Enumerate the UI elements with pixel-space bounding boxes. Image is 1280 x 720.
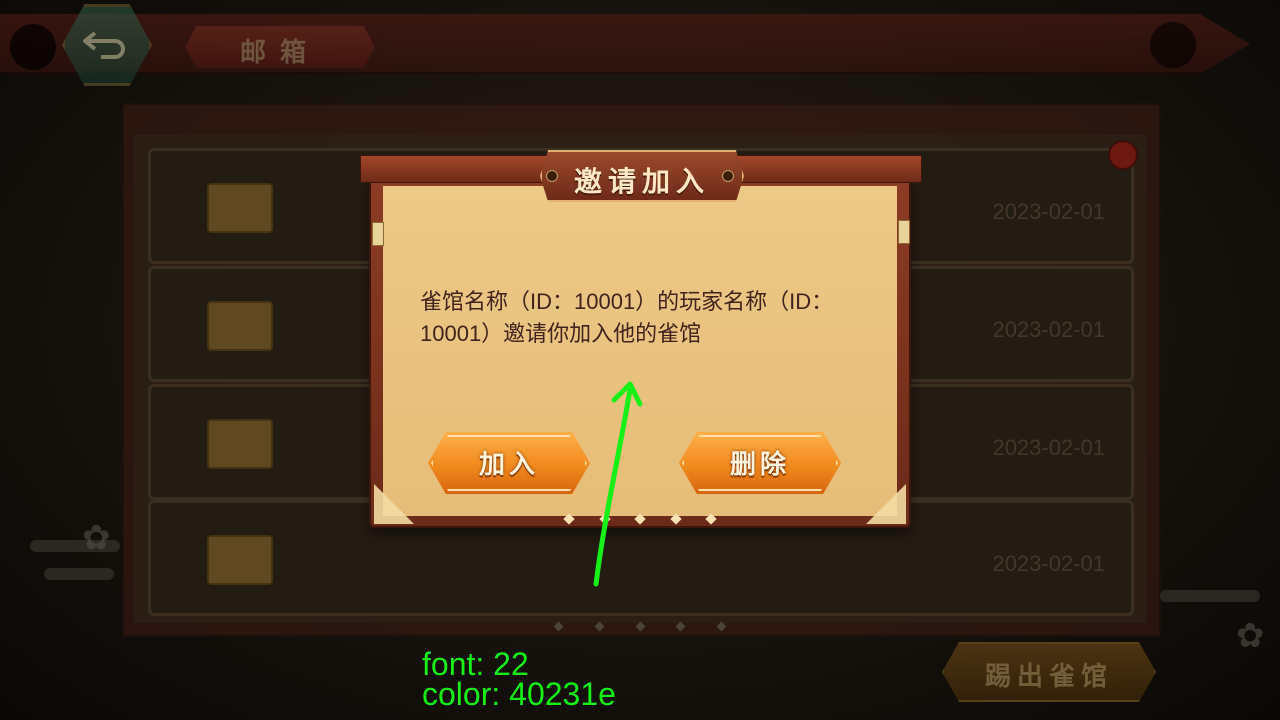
- mail-date: 2023-02-01: [992, 551, 1105, 576]
- join-button-label: 加入: [478, 450, 539, 480]
- kick-out-label: 踢出雀馆: [984, 662, 1113, 692]
- back-arrow-icon: [83, 31, 125, 59]
- annotation-arrow: [593, 381, 643, 587]
- mail-date: 2023-02-01: [992, 317, 1105, 342]
- dialog-title-plaque: 邀请加入: [540, 150, 744, 202]
- cloud-decoration: [44, 568, 114, 580]
- flower-icon: ✿: [1236, 617, 1265, 655]
- page-title-tab: 邮箱: [185, 26, 375, 68]
- left-knob-decoration: [10, 24, 56, 70]
- right-knob-decoration: [1150, 22, 1196, 68]
- dialog-pin-right: [898, 220, 910, 244]
- dialog-pin-left: [372, 222, 384, 246]
- delete-button[interactable]: 删除: [679, 432, 841, 494]
- mail-date: 2023-02-01: [992, 199, 1105, 224]
- title-stud: [722, 170, 734, 182]
- annotation-color: color: 40231e: [422, 676, 616, 712]
- title-stud: [546, 170, 558, 182]
- panel-bottom-ornament: [553, 621, 727, 632]
- envelope-icon: [207, 183, 273, 233]
- notification-dot-icon: [1108, 140, 1138, 170]
- envelope-icon: [207, 301, 273, 351]
- delete-button-label: 删除: [729, 450, 790, 480]
- flower-icon: ✿: [82, 519, 111, 557]
- join-button[interactable]: 加入: [428, 432, 590, 494]
- mail-date: 2023-02-01: [992, 435, 1105, 460]
- page-title: 邮箱: [239, 38, 320, 68]
- kick-out-button[interactable]: 踢出雀馆: [942, 642, 1156, 702]
- cloud-decoration: [1160, 590, 1260, 602]
- envelope-icon: [207, 419, 273, 469]
- dialog-title: 邀请加入: [573, 165, 710, 198]
- dialog-message: 雀馆名称（ID：10001）的玩家名称（ID：10001）邀请你加入他的雀馆: [420, 289, 834, 346]
- envelope-icon: [207, 535, 273, 585]
